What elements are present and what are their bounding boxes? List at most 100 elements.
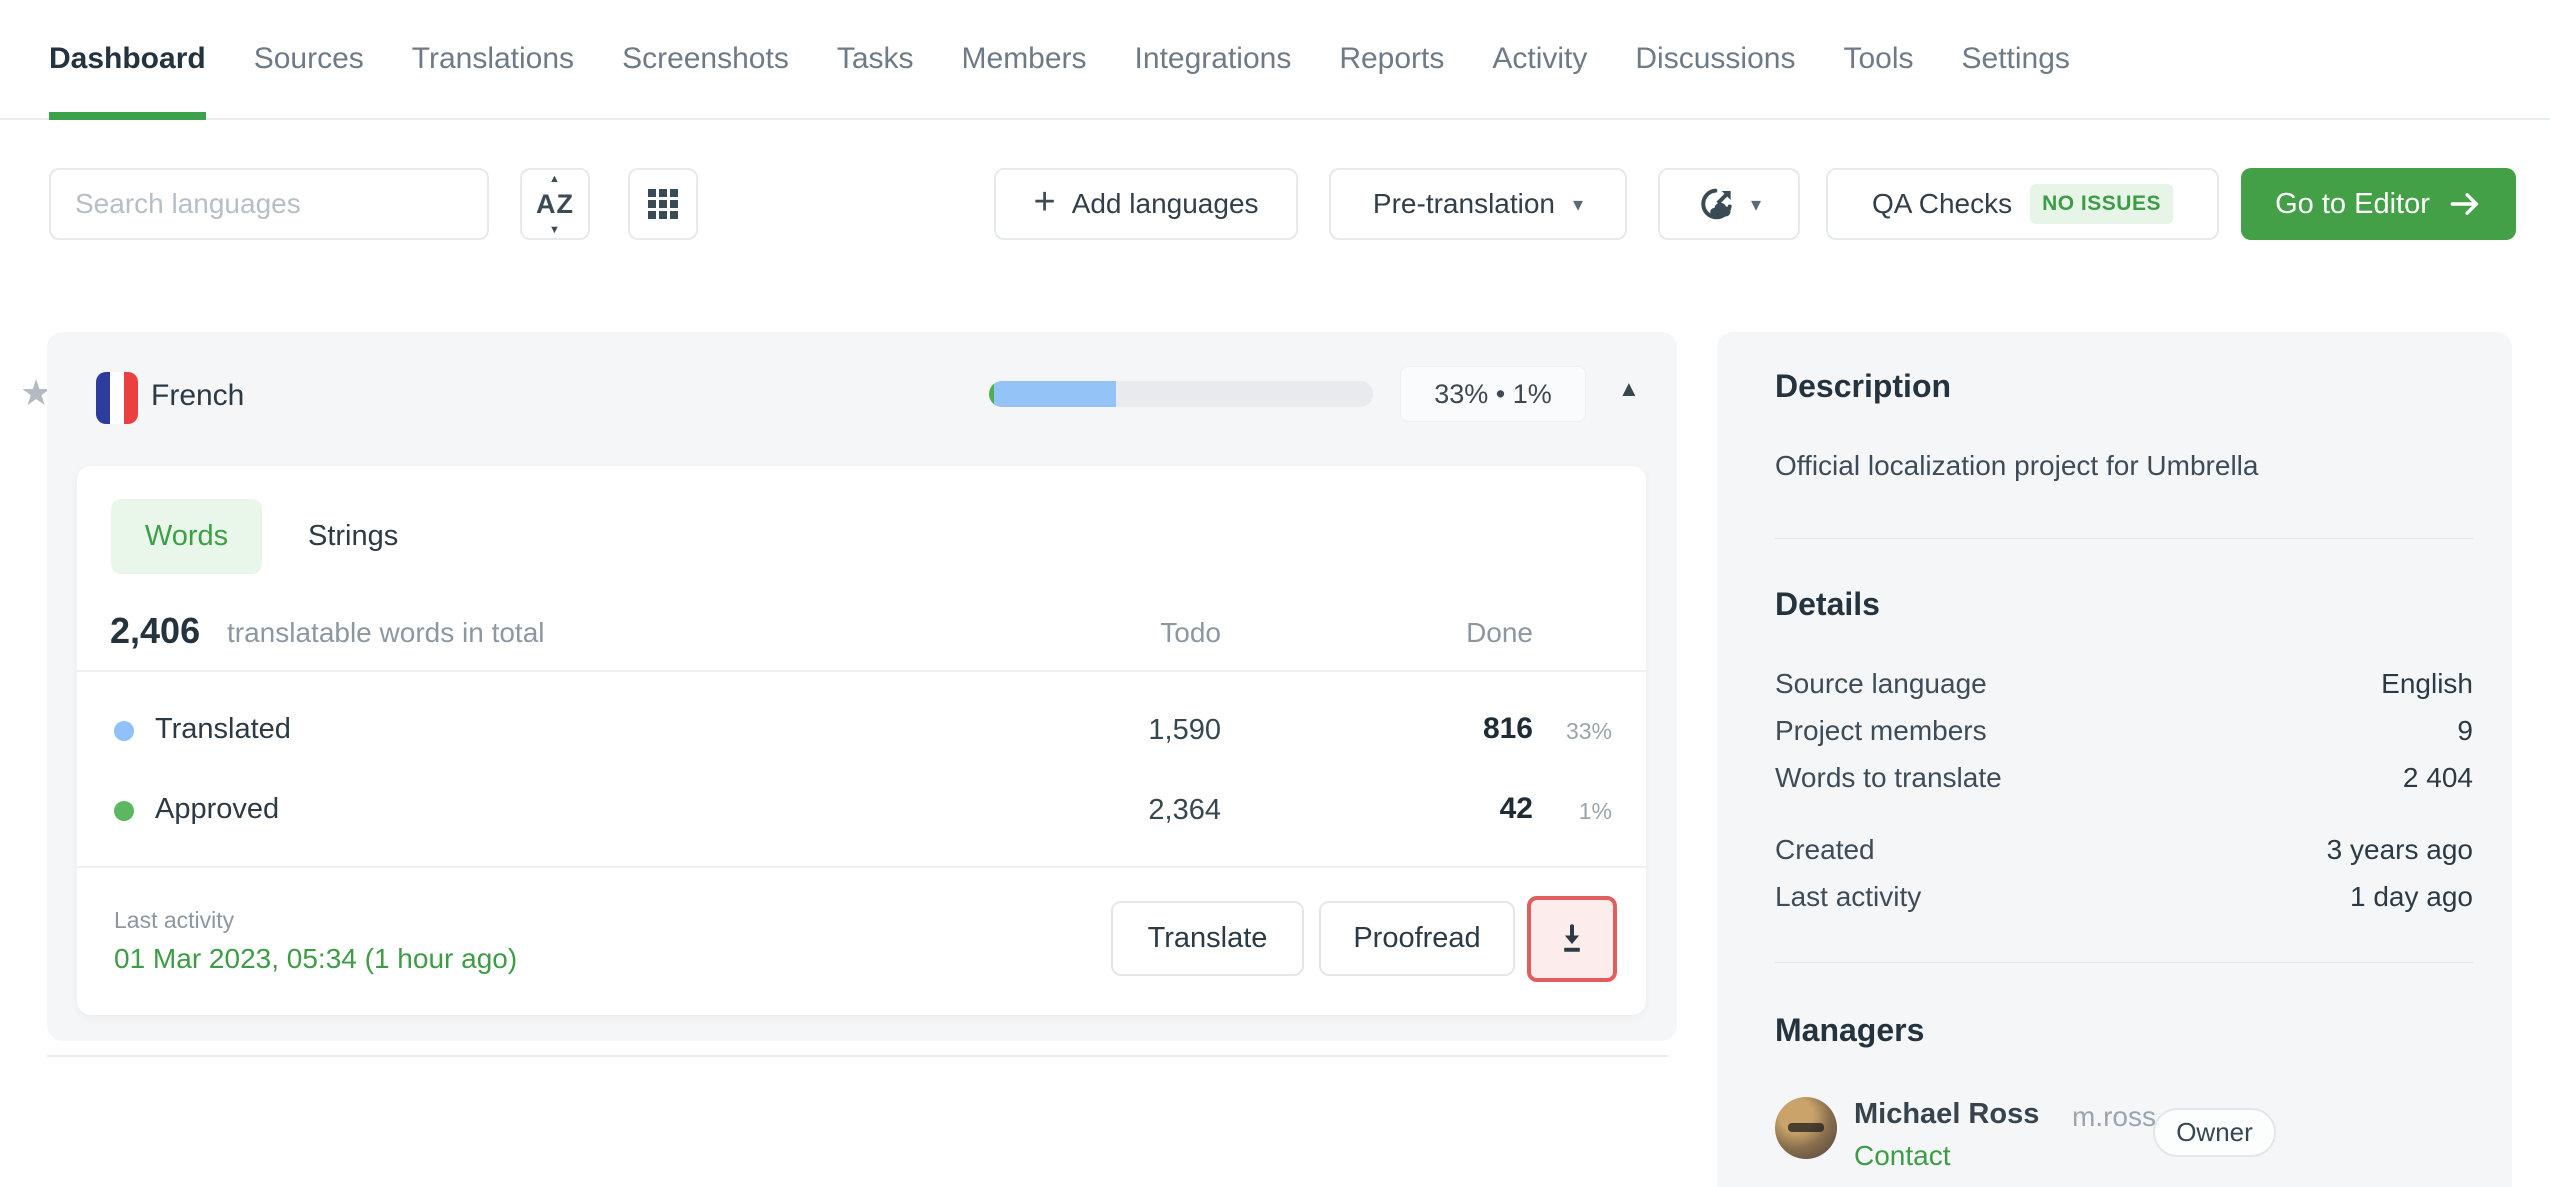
tab-activity[interactable]: Activity — [1492, 0, 1587, 118]
total-words-value: 2,406 — [110, 610, 201, 651]
translated-progress-segment — [993, 381, 1116, 407]
tab-screenshots[interactable]: Screenshots — [622, 0, 789, 118]
sort-az-icon: AZ — [536, 189, 574, 220]
tab-integrations[interactable]: Integrations — [1135, 0, 1292, 118]
tab-sources[interactable]: Sources — [254, 0, 364, 118]
tab-translations[interactable]: Translations — [412, 0, 574, 118]
manager-avatar — [1775, 1097, 1837, 1159]
divider — [1775, 962, 2473, 963]
detail-label: Created — [1775, 833, 1875, 865]
detail-value: English — [2381, 667, 2473, 699]
tab-discussions[interactable]: Discussions — [1635, 0, 1795, 118]
translation-progress-bar — [989, 381, 1373, 407]
tab-reports[interactable]: Reports — [1339, 0, 1444, 118]
download-button-highlighted[interactable] — [1527, 896, 1617, 982]
detail-value: 1 day ago — [2350, 880, 2473, 912]
row-percent-value: 1% — [1578, 798, 1612, 824]
tab-tasks[interactable]: Tasks — [837, 0, 914, 118]
divider — [77, 670, 1646, 672]
detail-value: 3 years ago — [2326, 833, 2473, 865]
grid-view-button[interactable] — [628, 168, 698, 240]
detail-value: 9 — [2457, 714, 2473, 746]
manager-contact-link[interactable]: Contact — [1854, 1140, 1951, 1172]
translated-dot-icon — [114, 721, 134, 741]
detail-label: Source language — [1775, 667, 1987, 699]
detail-row-source-language: Source language English — [1775, 660, 2473, 707]
language-stats-panel: Words Strings 2,406 translatable words i… — [77, 466, 1646, 1015]
add-languages-button[interactable]: + Add languages — [994, 168, 1298, 240]
sync-dropdown[interactable]: ▾ — [1658, 168, 1800, 240]
sort-alphabetically-button[interactable]: AZ — [520, 168, 590, 240]
pre-translation-dropdown[interactable]: Pre-translation ▾ — [1329, 168, 1627, 240]
project-info-panel: Description Official localization projec… — [1717, 332, 2512, 1187]
manager-username: m.ross — [2072, 1101, 2156, 1132]
column-header-done: Done — [1466, 617, 1533, 648]
units-tabs: Words Strings — [111, 499, 398, 574]
project-nav: Dashboard Sources Translations Screensho… — [0, 0, 2550, 120]
tab-members[interactable]: Members — [962, 0, 1087, 118]
tab-strings[interactable]: Strings — [308, 520, 398, 553]
go-to-editor-label: Go to Editor — [2275, 187, 2430, 220]
download-icon — [1555, 922, 1589, 956]
row-todo-value: 2,364 — [1148, 794, 1221, 826]
last-activity-label: Last activity — [114, 907, 235, 933]
arrow-right-icon — [2448, 187, 2482, 221]
row-todo-value: 1,590 — [1148, 714, 1221, 746]
detail-label: Project members — [1775, 714, 1987, 746]
chevron-down-icon: ▾ — [1750, 193, 1762, 216]
proofread-button[interactable]: Proofread — [1319, 901, 1515, 976]
search-input[interactable] — [75, 188, 463, 220]
pre-translation-label: Pre-translation — [1372, 188, 1556, 219]
divider — [77, 866, 1646, 868]
language-name: French — [151, 379, 245, 412]
detail-row-last-activity: Last activity 1 day ago — [1775, 873, 2473, 920]
approved-dot-icon — [114, 801, 134, 821]
detail-row-words-to-translate: Words to translate 2 404 — [1775, 754, 2473, 801]
tab-words[interactable]: Words — [111, 499, 262, 574]
french-flag-icon — [96, 372, 138, 424]
qa-checks-button[interactable]: QA Checks NO ISSUES — [1826, 168, 2219, 240]
detail-row-project-members: Project members 9 — [1775, 707, 2473, 754]
tab-settings[interactable]: Settings — [1962, 0, 2070, 118]
details-list: Source language English Project members … — [1775, 660, 2473, 801]
managers-title: Managers — [1775, 1012, 1925, 1048]
qa-status-badge: NO ISSUES — [2030, 184, 2173, 224]
divider — [1775, 538, 2473, 539]
total-words-caption: translatable words in total — [227, 617, 545, 648]
description-title: Description — [1775, 368, 1952, 404]
detail-row-created: Created 3 years ago — [1775, 826, 2473, 873]
collapse-panel-icon[interactable]: ▲ — [1618, 376, 1640, 402]
chevron-down-icon: ▾ — [1573, 193, 1584, 216]
detail-label: Words to translate — [1775, 761, 2002, 793]
table-row-translated: Translated 1,590 816 33% — [77, 696, 1646, 766]
divider — [47, 1055, 1668, 1057]
column-header-todo: Todo — [1160, 617, 1221, 648]
plus-icon: + — [1033, 181, 1056, 223]
add-languages-label: Add languages — [1071, 188, 1259, 219]
details-title: Details — [1775, 586, 1880, 622]
languages-toolbar: AZ + Add languages Pre-translation ▾ ▾ Q… — [0, 168, 2550, 240]
table-row-approved: Approved 2,364 42 1% — [77, 776, 1646, 846]
last-activity-link[interactable]: 01 Mar 2023, 05:34 (1 hour ago) — [114, 943, 517, 975]
grid-view-icon — [648, 189, 678, 219]
row-done-value: 42 — [1499, 792, 1533, 825]
manager-name: Michael Ross — [1854, 1098, 2040, 1130]
tab-dashboard[interactable]: Dashboard — [49, 0, 206, 120]
go-to-editor-button[interactable]: Go to Editor — [2241, 168, 2516, 240]
row-percent-value: 33% — [1565, 718, 1612, 744]
description-text: Official localization project for Umbrel… — [1775, 450, 2259, 481]
detail-value: 2 404 — [2402, 761, 2473, 793]
row-done-value: 816 — [1482, 712, 1533, 745]
search-languages-field[interactable] — [49, 168, 489, 240]
qa-checks-label: QA Checks — [1872, 188, 2013, 219]
tab-tools[interactable]: Tools — [1843, 0, 1913, 118]
language-card-french: French 33% • 1% ▲ Words Strings 2,406 tr… — [47, 332, 1677, 1041]
progress-summary-chip: 33% • 1% — [1400, 366, 1586, 422]
row-label: Translated — [155, 713, 291, 745]
details-list-secondary: Created 3 years ago Last activity 1 day … — [1775, 826, 2473, 920]
translate-button[interactable]: Translate — [1111, 901, 1304, 976]
cloud-sync-icon — [1697, 184, 1737, 224]
manager-role-badge: Owner — [2153, 1108, 2276, 1157]
detail-label: Last activity — [1775, 880, 1922, 912]
row-label: Approved — [155, 793, 280, 825]
